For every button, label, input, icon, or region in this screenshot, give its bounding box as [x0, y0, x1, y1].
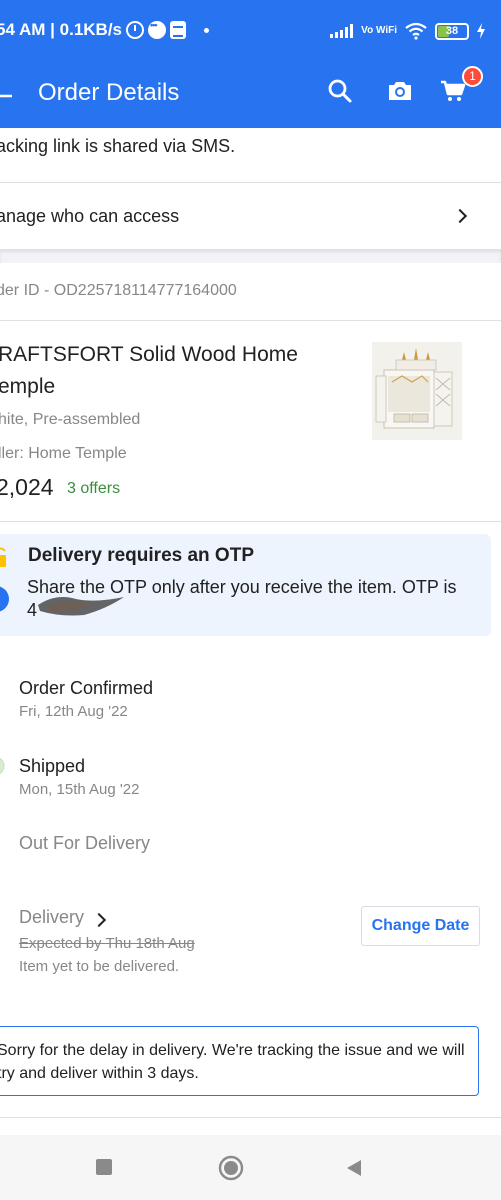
step-date: Mon, 15th Aug '22	[19, 781, 140, 798]
charging-icon	[477, 23, 485, 39]
product-price: 2,024	[0, 474, 54, 500]
square-nav-icon[interactable]	[96, 1159, 112, 1175]
product-title-line1: RAFTSFORT Solid Wood Home	[0, 343, 298, 366]
delay-notice-text: Sorry for the delay in delivery. We're t…	[0, 1042, 465, 1082]
section-gap	[0, 249, 501, 263]
timeline-dot-icon	[0, 757, 5, 775]
product-seller: ller: Home Temple	[0, 445, 127, 462]
battery-icon: 38	[435, 22, 469, 40]
offers-link[interactable]: 3 offers	[67, 480, 120, 498]
wifi-icon	[405, 22, 427, 40]
divider	[0, 521, 501, 522]
timeline-step-confirmed: Order Confirmed Fri, 12th Aug '22	[19, 678, 153, 720]
step-title: Out For Delivery	[19, 833, 151, 853]
tracking-sms-text: acking link is shared via SMS.	[0, 136, 236, 156]
delivery-step[interactable]: Delivery	[19, 907, 139, 933]
document-icon	[170, 21, 187, 39]
timeline-step-shipped: Shipped Mon, 15th Aug '22	[19, 756, 139, 798]
lock-icon	[0, 547, 6, 567]
timeline-step-out-for-delivery: Out For Delivery	[19, 833, 150, 854]
circle-nav-icon[interactable]	[218, 1155, 244, 1181]
app-toolbar: Order Details 1	[0, 66, 501, 128]
back-arrow-icon[interactable]	[0, 86, 12, 106]
notification-dot-icon	[204, 27, 210, 33]
search-icon[interactable]	[327, 78, 353, 104]
change-date-button[interactable]: Change Date	[361, 906, 480, 946]
camera-icon[interactable]	[387, 78, 413, 104]
delivery-title: Delivery	[19, 907, 85, 927]
manage-access-label: anage who can access	[0, 206, 180, 226]
delivery-status: Item yet to be delivered.	[19, 958, 180, 975]
redaction-scribble	[38, 597, 124, 616]
status-time-network: 54 AM | 0.1KB/s	[0, 20, 123, 39]
manage-access-row[interactable]: anage who can access	[0, 183, 501, 249]
battery-level: 38	[445, 25, 459, 37]
step-title: Shipped	[19, 756, 86, 776]
signal-icon	[330, 24, 354, 38]
chat-icon	[148, 20, 167, 39]
expected-date: Expected by Thu 18th Aug	[19, 935, 195, 952]
alarm-icon	[126, 21, 145, 39]
order-id: der ID - OD225718114777164000	[0, 282, 237, 299]
cart-icon[interactable]	[440, 78, 466, 104]
chevron-right-icon	[91, 912, 107, 928]
status-right: Vo WiFi 38	[330, 22, 485, 40]
chevron-right-icon	[452, 208, 468, 224]
product-image[interactable]	[372, 342, 462, 440]
product-variant: hite, Pre-assembled	[0, 411, 141, 428]
status-left: 54 AM | 0.1KB/s	[0, 20, 210, 40]
step-date: Fri, 12th Aug '22	[19, 703, 128, 720]
status-bar: 54 AM | 0.1KB/s Vo WiFi 38	[0, 0, 501, 66]
system-nav-bar	[0, 1135, 501, 1200]
page-title: Order Details	[38, 79, 180, 106]
divider	[0, 1117, 501, 1118]
step-title: Order Confirmed	[19, 678, 154, 698]
triangle-nav-icon[interactable]	[346, 1159, 362, 1177]
info-icon	[0, 586, 9, 612]
cart-count-badge: 1	[462, 66, 483, 87]
otp-title: Delivery requires an OTP	[28, 545, 254, 566]
volte-indicator: Vo WiFi	[361, 25, 397, 36]
product-title-line2: emple	[0, 375, 56, 398]
